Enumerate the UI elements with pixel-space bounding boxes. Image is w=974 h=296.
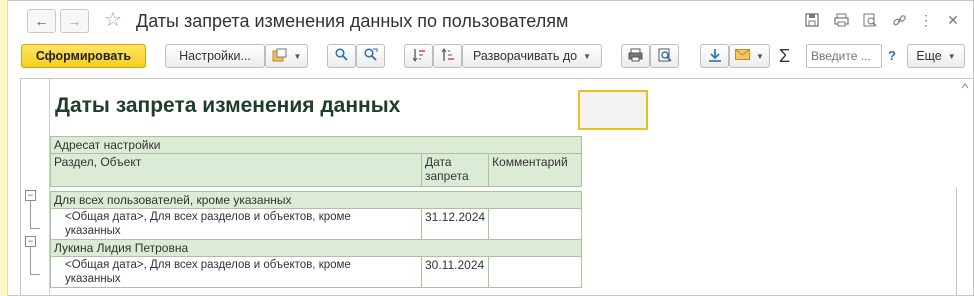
group-name: Для всех пользователей, кроме указанных	[49, 191, 583, 209]
row-comment	[488, 208, 583, 240]
date-header-line1: Дата	[425, 155, 452, 169]
settings-button[interactable]: Настройки...	[165, 44, 265, 68]
print-preview-icon	[658, 48, 672, 65]
column-header-comment: Комментарий	[488, 153, 583, 187]
variants-button[interactable]: ▼	[265, 44, 308, 68]
expand-to-button[interactable]: Разворачивать до ▼	[462, 44, 602, 68]
window-title: Даты запрета изменения данных по пользов…	[136, 11, 569, 31]
group-row[interactable]: Лукина Лидия Петровна	[49, 239, 583, 257]
save-icon[interactable]	[803, 11, 821, 29]
report-area[interactable]: Даты запрета изменения данных Адресат на…	[20, 78, 974, 296]
row-date: 30.11.2024	[420, 256, 490, 288]
report-table: Адресат настройки Раздел, Объект Дата за…	[49, 136, 583, 288]
print-icon[interactable]	[832, 11, 850, 29]
send-email-button[interactable]: ▼	[729, 44, 770, 68]
column-header-addressee: Адресат настройки	[49, 136, 583, 154]
collapse-group-icon[interactable]: −	[25, 190, 36, 201]
back-button[interactable]: ←	[27, 9, 56, 33]
close-icon[interactable]: ✕	[944, 11, 962, 29]
sum-icon[interactable]: Σ	[779, 44, 790, 68]
link-icon[interactable]	[890, 11, 908, 29]
vertical-scrollbar[interactable]	[956, 187, 957, 295]
print-preview-button[interactable]	[650, 44, 679, 68]
arrow-left-icon: ←	[34, 13, 49, 29]
table-header-row: Адресат настройки	[49, 136, 583, 154]
report-title: Даты запрета изменения данных	[55, 94, 401, 117]
tree-line	[30, 274, 40, 275]
row-section-object: <Общая дата>, Для всех разделов и объект…	[50, 208, 422, 240]
more-actions-icon[interactable]: ⋮	[917, 11, 935, 29]
sort-descending-icon	[441, 47, 455, 65]
row-comment	[488, 256, 583, 288]
favorite-star-icon[interactable]: ☆	[104, 9, 122, 31]
preview-icon[interactable]	[861, 11, 879, 29]
left-panel-stripe	[0, 0, 8, 296]
table-row[interactable]: <Общая дата>, Для всех разделов и объект…	[50, 256, 583, 288]
row-date: 31.12.2024	[420, 208, 490, 240]
chevron-down-icon: ▼	[583, 51, 592, 61]
generate-button[interactable]: Сформировать	[21, 44, 146, 68]
tree-line	[30, 228, 40, 229]
printer-icon	[628, 48, 643, 65]
sort-ascending-button[interactable]	[404, 44, 433, 68]
download-icon	[708, 48, 722, 65]
print-button[interactable]	[621, 44, 650, 68]
tree-line	[30, 201, 31, 229]
search-next-icon	[363, 48, 378, 64]
row-section-object: <Общая дата>, Для всех разделов и объект…	[50, 256, 422, 288]
forward-button[interactable]: →	[60, 9, 89, 33]
row-section-line1: <Общая дата>, Для всех разделов и объект…	[65, 211, 351, 223]
table-header-row: Раздел, Объект Дата запрета Комментарий	[50, 153, 583, 187]
column-header-date: Дата запрета	[420, 153, 490, 187]
collapse-group-icon[interactable]: −	[25, 236, 36, 247]
date-header-line2: запрета	[425, 169, 469, 183]
row-section-line2: указанных	[65, 273, 121, 285]
report-variants-icon	[272, 48, 288, 65]
tree-line	[30, 247, 31, 275]
column-header-section: Раздел, Объект	[50, 153, 422, 187]
expand-to-label: Разворачивать до	[472, 49, 578, 63]
find-button[interactable]	[327, 44, 356, 68]
chevron-down-icon: ▼	[947, 51, 956, 61]
scroll-up-icon[interactable]	[956, 79, 974, 93]
row-section-line2: указанных	[65, 225, 121, 237]
more-label: Еще	[916, 49, 942, 63]
more-button[interactable]: Еще ▼	[907, 44, 965, 68]
sort-descending-button[interactable]	[433, 44, 462, 68]
table-row[interactable]: <Общая дата>, Для всех разделов и объект…	[50, 208, 583, 240]
search-icon	[335, 48, 348, 64]
search-input[interactable]	[806, 44, 882, 68]
row-section-line1: <Общая дата>, Для всех разделов и объект…	[65, 259, 351, 271]
save-file-button[interactable]	[700, 44, 729, 68]
help-icon[interactable]: ?	[888, 44, 896, 68]
group-row[interactable]: Для всех пользователей, кроме указанных	[49, 191, 583, 209]
arrow-right-icon: →	[67, 13, 82, 29]
selected-cell[interactable]	[578, 90, 648, 130]
group-name: Лукина Лидия Петровна	[49, 239, 583, 257]
envelope-icon	[735, 49, 751, 63]
find-next-button[interactable]	[356, 44, 385, 68]
sort-ascending-icon	[412, 48, 426, 65]
chevron-down-icon: ▼	[293, 51, 302, 61]
chevron-down-icon: ▼	[756, 51, 764, 61]
